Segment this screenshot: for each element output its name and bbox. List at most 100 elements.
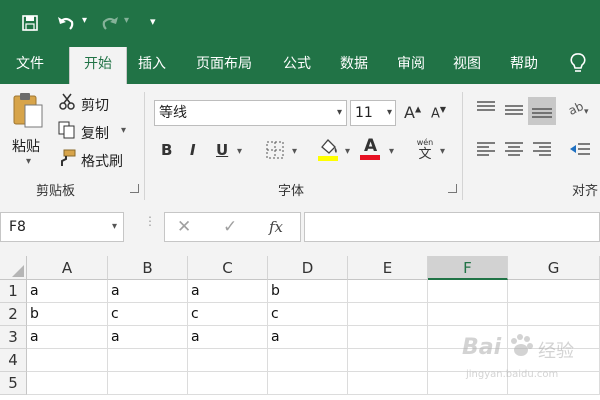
align-middle-icon[interactable]	[504, 102, 524, 121]
copy-icon[interactable]	[58, 121, 76, 142]
cell-e1[interactable]	[348, 280, 428, 303]
customize-quick-access-icon[interactable]: ▾	[150, 14, 156, 30]
tab-page-layout[interactable]: 页面布局	[196, 56, 252, 72]
font-color-icon[interactable]: A	[360, 136, 382, 162]
cell-e5[interactable]	[348, 372, 428, 395]
format-painter-icon[interactable]	[58, 149, 76, 170]
cell-c3[interactable]: a	[188, 326, 268, 349]
paste-dropdown-icon[interactable]: ▾	[26, 156, 31, 167]
copy-dropdown-icon[interactable]: ▾	[121, 125, 126, 136]
column-header-f[interactable]: F	[428, 256, 508, 280]
cell-e4[interactable]	[348, 349, 428, 372]
cell-f2[interactable]	[428, 303, 508, 326]
clipboard-dialog-launcher-icon[interactable]	[130, 184, 139, 193]
select-all-corner[interactable]	[0, 256, 27, 280]
cut-button[interactable]: 剪切	[81, 95, 109, 115]
cell-d3[interactable]: a	[268, 326, 348, 349]
borders-dropdown-icon[interactable]: ▾	[292, 146, 297, 157]
decrease-indent-icon[interactable]	[569, 141, 591, 160]
fill-color-icon[interactable]	[318, 137, 340, 164]
cell-e3[interactable]	[348, 326, 428, 349]
phonetic-dropdown-icon[interactable]: ▾	[440, 146, 445, 157]
tab-data[interactable]: 数据	[340, 56, 368, 72]
tab-help[interactable]: 帮助	[510, 56, 538, 72]
underline-dropdown-icon[interactable]: ▾	[237, 146, 242, 157]
redo-dropdown-icon[interactable]: ▾	[124, 13, 129, 29]
tab-view[interactable]: 视图	[453, 56, 481, 72]
row-header-3[interactable]: 3	[0, 326, 27, 349]
cell-a5[interactable]	[27, 372, 108, 395]
column-header-b[interactable]: B	[108, 256, 188, 280]
cell-e2[interactable]	[348, 303, 428, 326]
fill-color-dropdown-icon[interactable]: ▾	[345, 146, 350, 157]
cell-c2[interactable]: c	[188, 303, 268, 326]
cell-d2[interactable]: c	[268, 303, 348, 326]
insert-function-icon[interactable]: fx	[269, 218, 283, 236]
cell-g1[interactable]	[508, 280, 600, 303]
cell-c1[interactable]: a	[188, 280, 268, 303]
redo-icon[interactable]	[100, 14, 120, 35]
cancel-entry-icon[interactable]: ✕	[177, 217, 191, 237]
shrink-font-icon[interactable]: A▼	[431, 105, 446, 121]
align-center-icon[interactable]	[504, 141, 524, 160]
cell-f1[interactable]	[428, 280, 508, 303]
tab-file[interactable]: 文件	[16, 56, 44, 72]
grow-font-icon[interactable]: A▲	[404, 103, 421, 122]
cell-a3[interactable]: a	[27, 326, 108, 349]
cell-a1[interactable]: a	[27, 280, 108, 303]
save-icon[interactable]	[22, 15, 38, 34]
font-dialog-launcher-icon[interactable]	[448, 184, 457, 193]
cell-a4[interactable]	[27, 349, 108, 372]
undo-dropdown-icon[interactable]: ▾	[82, 13, 87, 29]
row-header-1[interactable]: 1	[0, 280, 27, 303]
borders-icon[interactable]	[266, 141, 284, 162]
cell-b4[interactable]	[108, 349, 188, 372]
tab-home[interactable]: 开始	[69, 47, 127, 84]
cell-b5[interactable]	[108, 372, 188, 395]
format-painter-button[interactable]: 格式刷	[81, 151, 123, 171]
align-bottom-icon[interactable]	[528, 97, 556, 125]
undo-icon[interactable]	[56, 14, 76, 35]
name-box-dropdown-icon[interactable]: ▾	[112, 213, 117, 241]
italic-button[interactable]: I	[190, 141, 196, 159]
phonetic-guide-icon[interactable]: wén 文	[414, 138, 436, 162]
cell-d1[interactable]: b	[268, 280, 348, 303]
cell-d4[interactable]	[268, 349, 348, 372]
align-left-icon[interactable]	[476, 141, 496, 160]
align-top-icon[interactable]	[476, 100, 496, 119]
tab-formulas[interactable]: 公式	[283, 56, 311, 72]
bold-button[interactable]: B	[161, 141, 172, 159]
enter-entry-icon[interactable]: ✓	[223, 217, 237, 237]
row-header-4[interactable]: 4	[0, 349, 27, 372]
cell-g2[interactable]	[508, 303, 600, 326]
cell-b2[interactable]: c	[108, 303, 188, 326]
column-header-e[interactable]: E	[348, 256, 428, 280]
align-right-icon[interactable]	[532, 141, 552, 160]
cell-d5[interactable]	[268, 372, 348, 395]
paste-button[interactable]: 粘贴	[12, 136, 40, 156]
cut-icon[interactable]	[58, 93, 76, 114]
formula-input[interactable]	[304, 212, 600, 242]
column-header-c[interactable]: C	[188, 256, 268, 280]
font-size-dropdown-icon[interactable]: ▾	[387, 101, 392, 125]
column-header-d[interactable]: D	[268, 256, 348, 280]
column-header-a[interactable]: A	[27, 256, 108, 280]
font-size-combobox[interactable]: 11 ▾	[350, 100, 396, 126]
orientation-icon[interactable]: ab ▾	[566, 99, 593, 121]
column-header-g[interactable]: G	[508, 256, 600, 280]
name-box[interactable]: F8 ▾	[0, 212, 124, 242]
cell-b3[interactable]: a	[108, 326, 188, 349]
underline-button[interactable]: U	[216, 141, 228, 159]
paste-icon[interactable]	[12, 92, 44, 133]
formula-bar-grip-icon[interactable]: ⋮	[144, 215, 156, 227]
cell-a2[interactable]: b	[27, 303, 108, 326]
tab-insert[interactable]: 插入	[138, 56, 166, 72]
row-header-2[interactable]: 2	[0, 303, 27, 326]
tab-review[interactable]: 审阅	[397, 56, 425, 72]
row-header-5[interactable]: 5	[0, 372, 27, 395]
cell-c4[interactable]	[188, 349, 268, 372]
lightbulb-icon[interactable]	[568, 52, 588, 72]
font-color-dropdown-icon[interactable]: ▾	[389, 146, 394, 157]
cell-c5[interactable]	[188, 372, 268, 395]
font-name-combobox[interactable]: 等线 ▾	[154, 100, 347, 126]
